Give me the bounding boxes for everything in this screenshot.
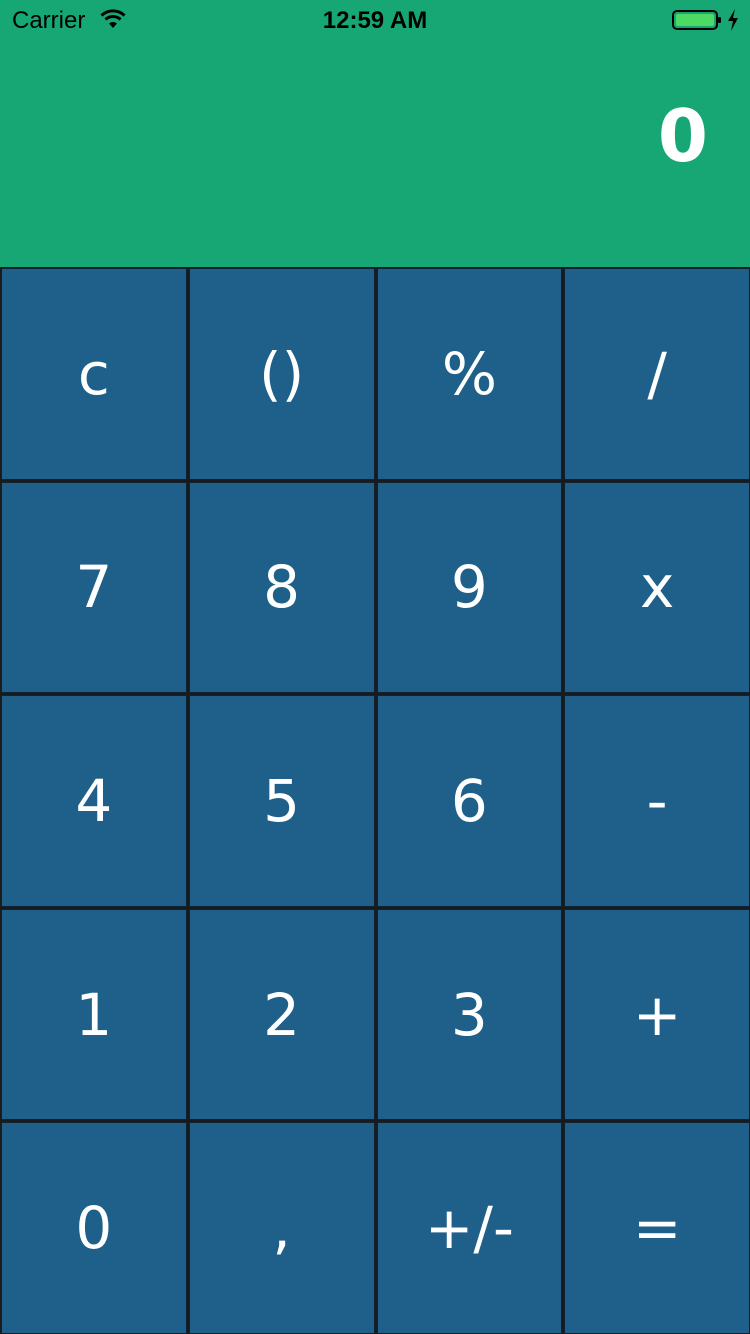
digit-2-button[interactable]: 2 — [188, 908, 375, 1121]
digit-0-button[interactable]: 0 — [1, 1122, 187, 1334]
keypad: c () % / 7 8 9 x 4 5 6 - 1 2 3 + 0 , +/-… — [0, 267, 750, 1334]
divide-button[interactable]: / — [564, 268, 750, 480]
subtract-button[interactable]: - — [564, 695, 750, 907]
clock-time: 12:59 AM — [322, 7, 428, 34]
result-display: 0 — [657, 94, 708, 178]
digit-6-button[interactable]: 6 — [376, 695, 563, 907]
digit-7-button[interactable]: 7 — [1, 481, 187, 694]
parentheses-button[interactable]: () — [188, 268, 375, 480]
status-bar: Carrier 12:59 AM — [0, 0, 750, 40]
sign-toggle-button[interactable]: +/- — [376, 1122, 563, 1334]
equals-button[interactable]: = — [564, 1122, 750, 1334]
add-button[interactable]: + — [564, 908, 750, 1121]
calculator-app: Carrier 12:59 AM 0 c () % / 7 8 9 x 4 5 … — [0, 0, 750, 1334]
multiply-button[interactable]: x — [564, 481, 750, 694]
digit-3-button[interactable]: 3 — [376, 908, 563, 1121]
decimal-comma-button[interactable]: , — [188, 1122, 375, 1334]
percent-button[interactable]: % — [376, 268, 563, 480]
clear-button[interactable]: c — [1, 268, 187, 480]
digit-5-button[interactable]: 5 — [188, 695, 375, 907]
digit-4-button[interactable]: 4 — [1, 695, 187, 907]
charging-bolt-icon — [728, 9, 738, 31]
digit-8-button[interactable]: 8 — [188, 481, 375, 694]
display-panel: Carrier 12:59 AM 0 — [0, 0, 750, 267]
digit-9-button[interactable]: 9 — [376, 481, 563, 694]
battery-icon — [672, 10, 721, 30]
digit-1-button[interactable]: 1 — [1, 908, 187, 1121]
